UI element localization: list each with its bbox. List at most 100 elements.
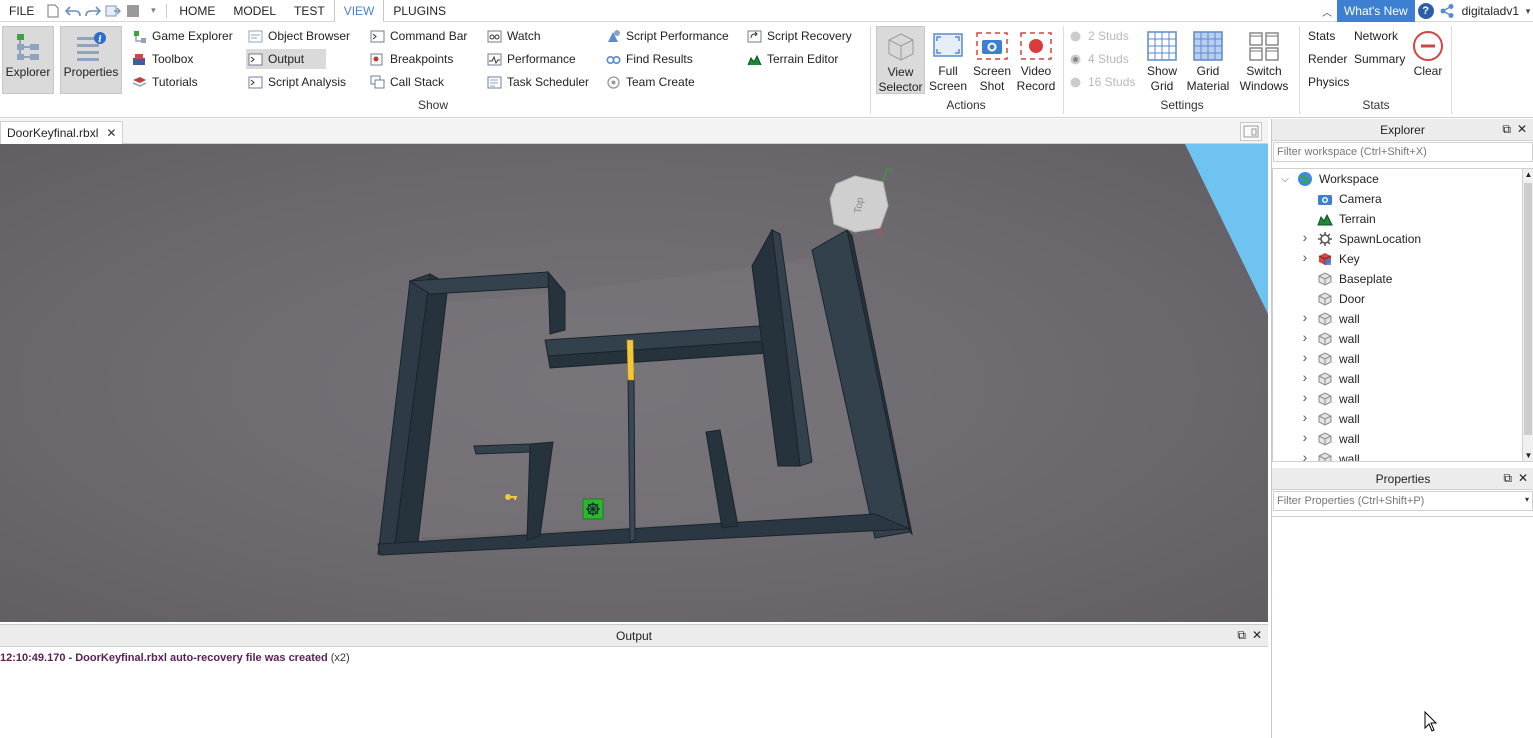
explorer-item[interactable]: › wall bbox=[1273, 369, 1522, 389]
scroll-thumb[interactable] bbox=[1524, 183, 1532, 435]
watch-button[interactable]: Watch bbox=[487, 26, 541, 46]
call-stack-button[interactable]: Call Stack bbox=[370, 72, 444, 92]
undo-icon[interactable] bbox=[63, 0, 83, 22]
explorer-item[interactable]: › wall bbox=[1273, 429, 1522, 449]
clear-button[interactable]: Clear bbox=[1409, 26, 1447, 94]
terrain-editor-button[interactable]: Terrain Editor bbox=[747, 49, 838, 69]
collapsed-arrow-icon[interactable]: › bbox=[1299, 309, 1311, 325]
stats-button[interactable]: Stats bbox=[1308, 26, 1335, 46]
explorer-filter-input[interactable]: Filter workspace (Ctrl+Shift+X) bbox=[1273, 142, 1533, 162]
scroll-up-icon[interactable]: ▲ bbox=[1524, 170, 1533, 179]
close-icon[interactable]: ✕ bbox=[1518, 471, 1528, 486]
chevron-down-icon[interactable]: ▾ bbox=[1525, 495, 1529, 504]
undock-icon[interactable]: ⧉ bbox=[1237, 628, 1246, 643]
tab-plugins[interactable]: PLUGINS bbox=[384, 0, 455, 22]
script-analysis-button[interactable]: Script Analysis bbox=[248, 72, 346, 92]
script-recovery-button[interactable]: Script Recovery bbox=[747, 26, 852, 46]
explorer-item[interactable]: › wall bbox=[1273, 329, 1522, 349]
expanded-arrow-icon[interactable]: ⌵ bbox=[1279, 174, 1291, 185]
tutorials-button[interactable]: Tutorials bbox=[132, 72, 198, 92]
collapsed-arrow-icon[interactable]: › bbox=[1299, 429, 1311, 445]
explorer-item[interactable]: ⌵ Workspace bbox=[1273, 169, 1522, 189]
properties-filter-input[interactable]: Filter Properties (Ctrl+Shift+P) ▾ bbox=[1273, 491, 1533, 511]
redo-icon[interactable] bbox=[83, 0, 103, 22]
close-icon[interactable]: ✕ bbox=[106, 126, 116, 140]
tab-model[interactable]: MODEL bbox=[224, 0, 285, 22]
properties-button[interactable]: i Properties bbox=[60, 26, 122, 94]
new-file-icon[interactable] bbox=[43, 0, 63, 22]
quick-access-dropdown-icon[interactable]: ▾ bbox=[143, 0, 163, 22]
grid-material-button[interactable]: Grid Material bbox=[1185, 26, 1231, 94]
explorer-item[interactable]: Terrain bbox=[1273, 209, 1522, 229]
tab-view[interactable]: VIEW bbox=[333, 0, 385, 22]
stop-icon[interactable] bbox=[123, 0, 143, 22]
collapse-ribbon-icon[interactable]: ︿ bbox=[1317, 0, 1337, 22]
game-explorer-button[interactable]: Game Explorer bbox=[132, 26, 233, 46]
explorer-item[interactable]: › wall bbox=[1273, 389, 1522, 409]
collapsed-arrow-icon[interactable]: › bbox=[1299, 449, 1311, 461]
find-results-button[interactable]: Find Results bbox=[606, 49, 693, 69]
collapsed-arrow-icon[interactable]: › bbox=[1299, 249, 1311, 265]
explorer-item[interactable]: › wall bbox=[1273, 449, 1522, 461]
explorer-item[interactable]: Door bbox=[1273, 289, 1522, 309]
explorer-item[interactable]: › wall bbox=[1273, 309, 1522, 329]
studs-2-radio[interactable]: 2 Studs bbox=[1068, 26, 1129, 46]
3d-viewport[interactable]: Top Y bbox=[0, 144, 1268, 622]
explorer-item[interactable]: › SpawnLocation bbox=[1273, 229, 1522, 249]
close-icon[interactable]: ✕ bbox=[1252, 628, 1262, 643]
breakpoints-button[interactable]: Breakpoints bbox=[370, 49, 453, 69]
studs-4-radio[interactable]: 4 Studs bbox=[1068, 49, 1129, 69]
render-button[interactable]: Render bbox=[1308, 49, 1347, 69]
physics-button[interactable]: Physics bbox=[1308, 72, 1349, 92]
username[interactable]: digitaladv1 bbox=[1457, 4, 1523, 18]
explorer-button[interactable]: Explorer bbox=[2, 26, 54, 94]
spawn-location[interactable] bbox=[582, 498, 604, 520]
scroll-down-icon[interactable]: ▼ bbox=[1524, 451, 1533, 460]
close-icon[interactable]: ✕ bbox=[1517, 122, 1527, 137]
undock-icon[interactable]: ⧉ bbox=[1502, 122, 1511, 137]
door[interactable] bbox=[626, 339, 635, 381]
grid-icon bbox=[1146, 30, 1178, 62]
collapsed-arrow-icon[interactable]: › bbox=[1299, 329, 1311, 345]
studs-16-radio[interactable]: 16 Studs bbox=[1068, 72, 1135, 92]
full-screen-button[interactable]: Full Screen bbox=[928, 26, 968, 94]
collapsed-arrow-icon[interactable]: › bbox=[1299, 349, 1311, 365]
object-browser-button[interactable]: Object Browser bbox=[248, 26, 350, 46]
menu-file[interactable]: FILE bbox=[0, 0, 43, 22]
video-record-button[interactable]: Video Record bbox=[1016, 26, 1056, 94]
help-icon[interactable]: ? bbox=[1417, 3, 1434, 19]
screenshot-button[interactable]: Screen Shot bbox=[972, 26, 1012, 94]
explorer-item[interactable]: › wall bbox=[1273, 409, 1522, 429]
view-selector-button[interactable]: View Selector bbox=[876, 26, 925, 94]
switch-windows-button[interactable]: Switch Windows bbox=[1237, 26, 1291, 94]
collapsed-arrow-icon[interactable]: › bbox=[1299, 389, 1311, 405]
toolbox-button[interactable]: Toolbox bbox=[132, 49, 193, 69]
collapsed-arrow-icon[interactable]: › bbox=[1299, 369, 1311, 385]
tab-test[interactable]: TEST bbox=[285, 0, 334, 22]
network-button[interactable]: Network bbox=[1354, 26, 1398, 46]
collapsed-arrow-icon[interactable]: › bbox=[1299, 409, 1311, 425]
whats-new-button[interactable]: What's New bbox=[1336, 0, 1415, 22]
collapsed-arrow-icon[interactable]: › bbox=[1299, 229, 1311, 245]
tab-home[interactable]: HOME bbox=[170, 0, 224, 22]
explorer-item[interactable]: › Key bbox=[1273, 249, 1522, 269]
publish-icon[interactable] bbox=[103, 0, 123, 22]
summary-button[interactable]: Summary bbox=[1354, 49, 1405, 69]
explorer-scrollbar[interactable]: ▲ ▼ bbox=[1522, 168, 1533, 462]
document-tab[interactable]: DoorKeyfinal.rbxl ✕ bbox=[0, 121, 124, 144]
explorer-item[interactable]: Camera bbox=[1273, 189, 1522, 209]
task-scheduler-button[interactable]: Task Scheduler bbox=[487, 72, 589, 92]
share-icon[interactable] bbox=[1437, 0, 1457, 22]
user-dropdown-icon[interactable]: ▾ bbox=[1523, 0, 1533, 22]
undock-icon[interactable]: ⧉ bbox=[1503, 471, 1512, 486]
command-bar-button[interactable]: Command Bar bbox=[370, 26, 467, 46]
team-create-button[interactable]: Team Create bbox=[606, 72, 695, 92]
scene[interactable]: Top Y bbox=[0, 144, 1268, 622]
layout-toggle-icon[interactable] bbox=[1240, 122, 1262, 141]
output-button[interactable]: Output bbox=[246, 49, 326, 69]
script-performance-button[interactable]: Script Performance bbox=[606, 26, 729, 46]
explorer-item[interactable]: Baseplate bbox=[1273, 269, 1522, 289]
performance-button[interactable]: Performance bbox=[487, 49, 576, 69]
explorer-item[interactable]: › wall bbox=[1273, 349, 1522, 369]
show-grid-button[interactable]: Show Grid bbox=[1143, 26, 1181, 94]
